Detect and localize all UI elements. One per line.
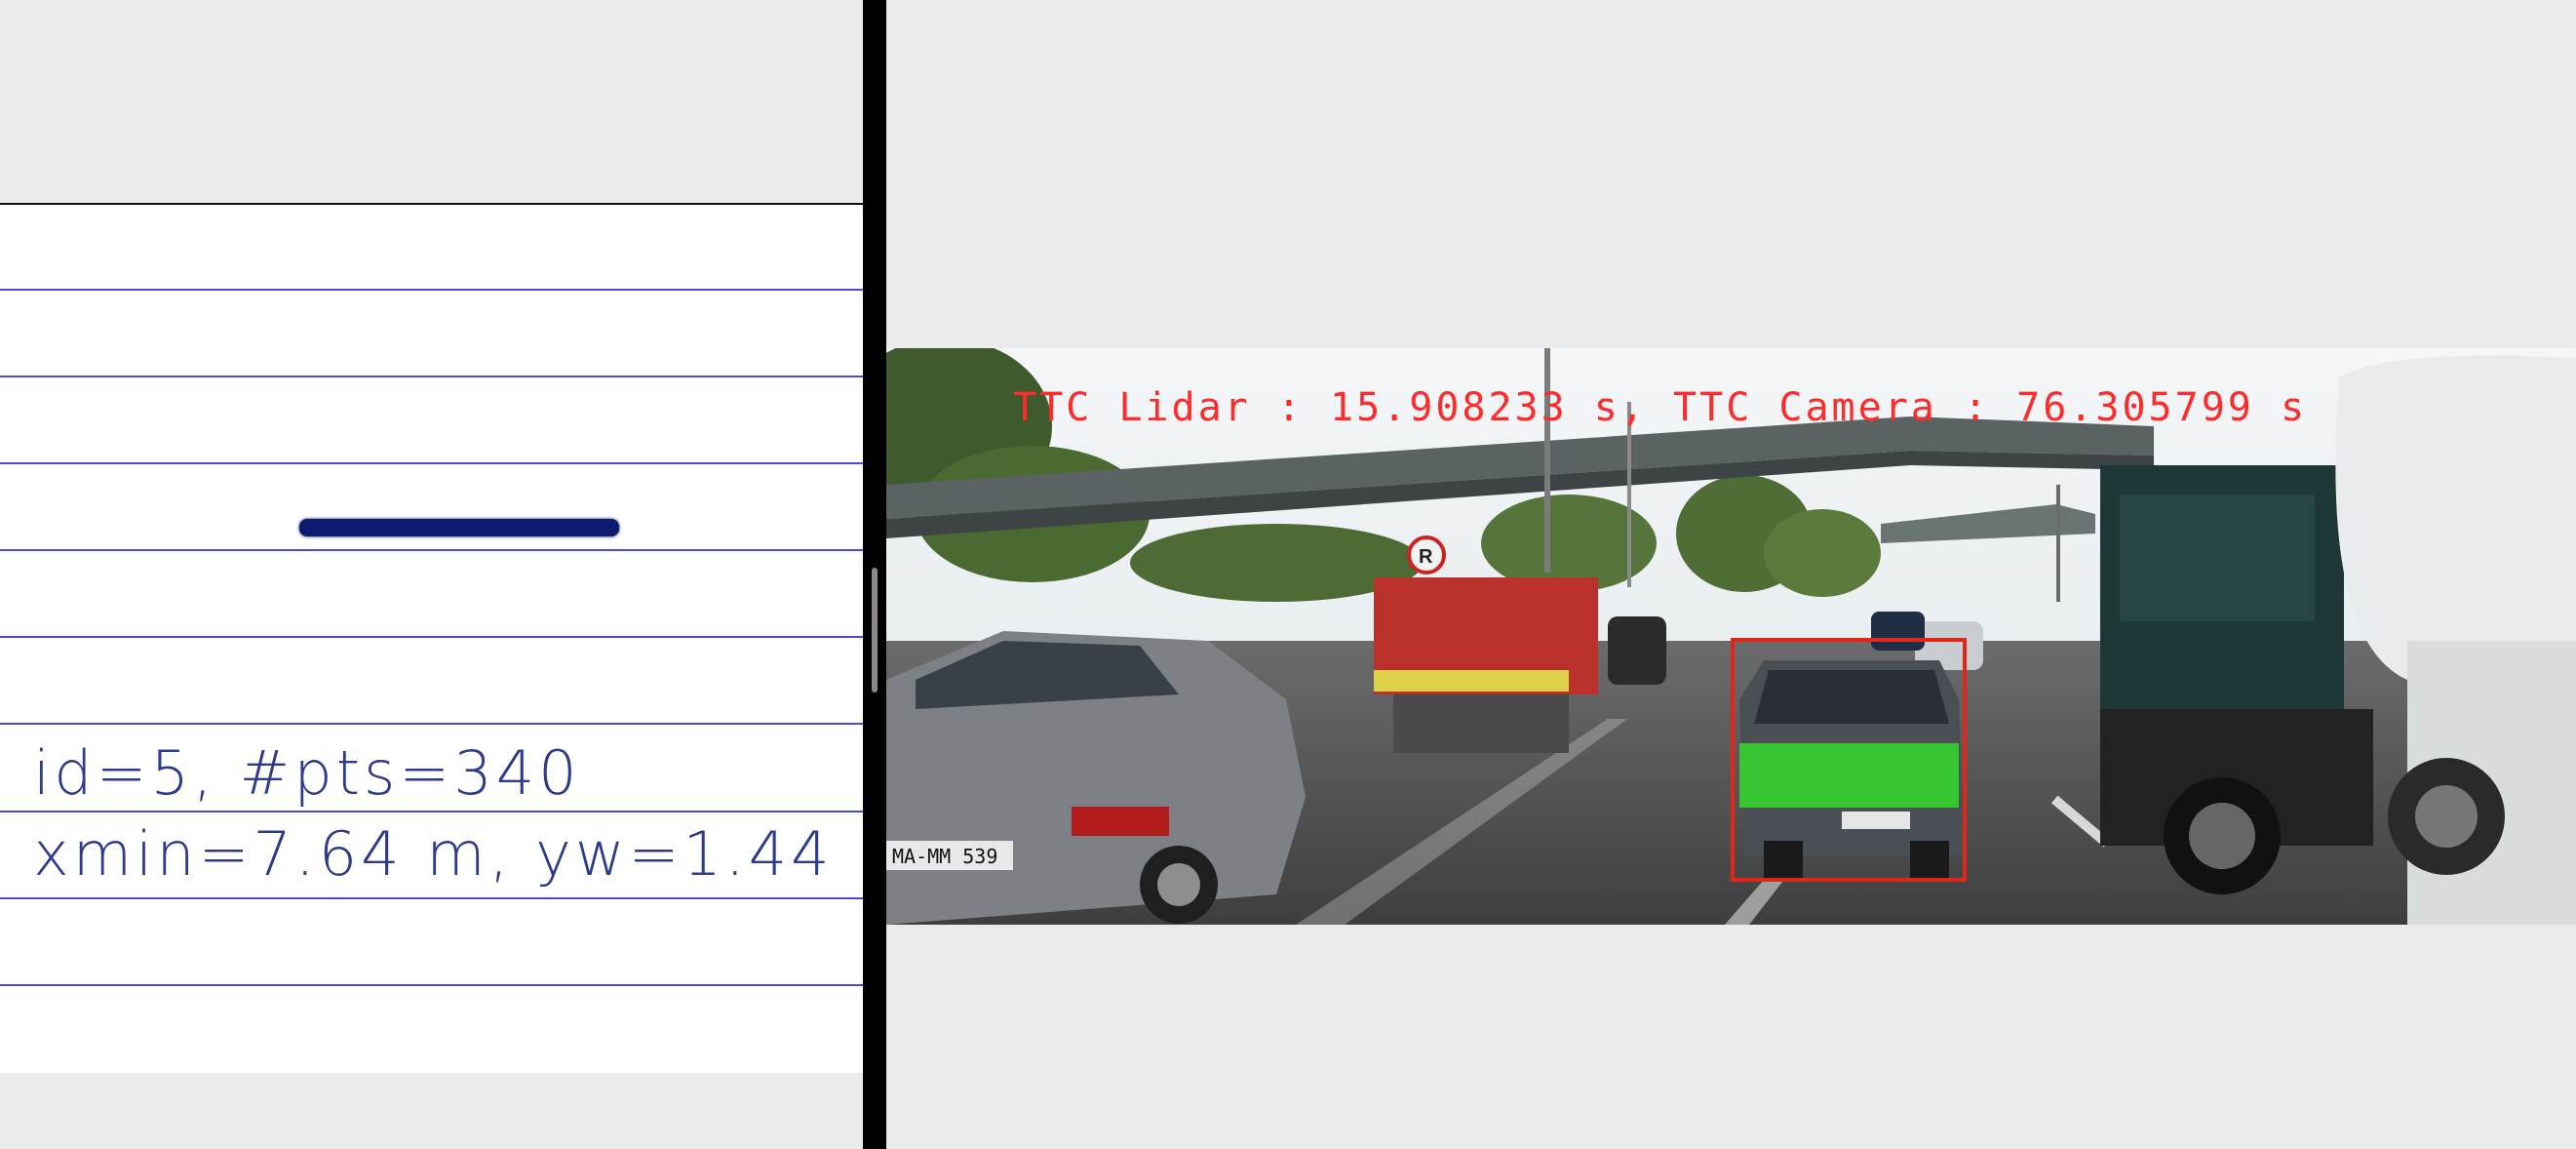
distance-marker: [0, 203, 863, 205]
distance-marker: [0, 636, 863, 638]
camera-image: R MA-MM 539 TTC Lidar: 15.908233 s, TTC…: [886, 348, 2576, 925]
distance-marker: [0, 811, 863, 812]
distance-marker: [0, 897, 863, 899]
distance-marker: [0, 462, 863, 464]
topview-plot: id=5, #pts=340 xmin=7.64 m, yw=1.44: [0, 203, 863, 1073]
distance-marker: [0, 376, 863, 377]
object-id-label: id=5, #pts=340: [33, 737, 581, 809]
lidar-cluster: [299, 519, 619, 536]
camera-window: R MA-MM 539 TTC Lidar: 15.908233 s, TTC…: [886, 0, 2576, 1149]
traffic-sign-text: R: [1419, 546, 1433, 568]
license-plate-text: MA-MM 539: [892, 845, 997, 868]
ttc-overlay: TTC Lidar : 15.908233 s, TTC Camera : 76…: [1013, 385, 2308, 430]
distance-marker: [0, 723, 863, 725]
distance-marker: [0, 984, 863, 986]
distance-marker: [0, 549, 863, 551]
object-distance-label: xmin=7.64 m, yw=1.44: [33, 818, 834, 890]
topview-window: id=5, #pts=340 xmin=7.64 m, yw=1.44: [0, 0, 863, 1149]
distance-marker: [0, 289, 863, 291]
lidar-points-overlay: [1739, 743, 1959, 808]
divider-handle[interactable]: [872, 568, 878, 693]
